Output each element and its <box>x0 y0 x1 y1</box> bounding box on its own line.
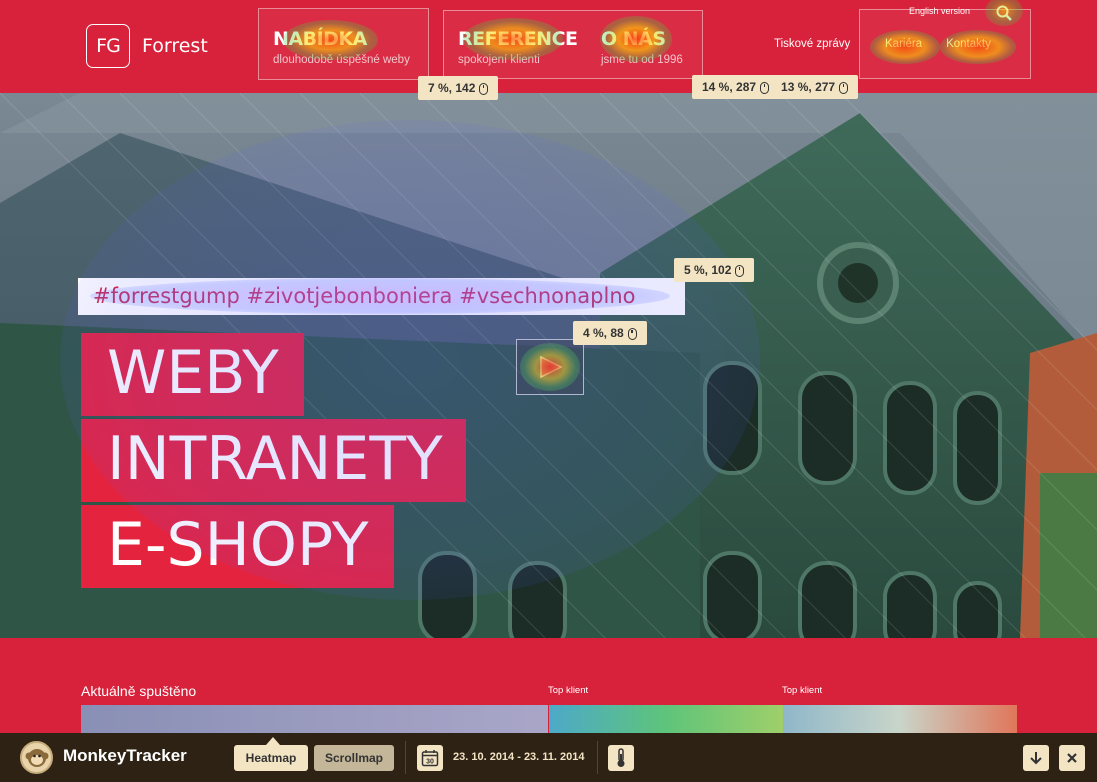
nav-title: NABÍDKA <box>273 28 367 50</box>
nav-title: REFERENCE <box>458 28 578 50</box>
click-stat-nabidka: 7 %, 142 <box>418 76 499 100</box>
top-links: Kariéra Kontakty <box>885 38 991 50</box>
mouse-icon <box>760 81 770 94</box>
top-client-label: Top klient <box>782 685 823 696</box>
scrollmap-button[interactable]: Scrollmap <box>314 745 394 771</box>
logo-name: Forrest <box>142 35 208 57</box>
nav-subtitle: jsme tu od 1996 <box>601 54 683 66</box>
mouse-icon <box>479 82 489 95</box>
click-stat-hashtags: 5 %, 102 <box>674 258 755 282</box>
stat-value: 13 %, 277 <box>781 80 836 94</box>
career-link[interactable]: Kariéra <box>885 38 922 50</box>
mouse-icon <box>627 327 637 340</box>
search-icon[interactable] <box>990 0 1018 26</box>
english-version-link[interactable]: English version <box>909 6 970 16</box>
thermometer-icon[interactable] <box>608 745 634 771</box>
nav-title: O NÁS <box>601 28 666 50</box>
stat-value: 7 %, 142 <box>428 81 476 95</box>
nav-item-nabidka[interactable]: NABÍDKA dlouhodobě úspěšné weby <box>273 28 410 67</box>
mouse-icon <box>735 264 745 277</box>
press-link[interactable]: Tiskové zprávy <box>774 38 850 50</box>
claim-e-shopy[interactable]: E-SHOPY <box>81 505 394 588</box>
logo-mark: FG <box>86 24 130 68</box>
monkey-icon <box>20 741 53 774</box>
play-video-button[interactable] <box>516 339 584 395</box>
click-stat-reference-o-nas: 14 %, 287 13 %, 277 <box>692 75 859 99</box>
calendar-day: 30 <box>426 759 434 766</box>
click-stat-video: 4 %, 88 <box>573 321 647 345</box>
top-client-thumbnail[interactable] <box>549 705 783 735</box>
date-range[interactable]: 23. 10. 2014 - 23. 11. 2014 <box>453 751 585 763</box>
nav-item-o-nas[interactable]: O NÁS jsme tu od 1996 <box>601 28 683 67</box>
nav-item-reference[interactable]: REFERENCE spokojení klienti <box>458 28 578 67</box>
mouse-icon <box>839 81 849 94</box>
site-header: FG Forrest NABÍDKA dlouhodobě úspěšné we… <box>0 0 1097 93</box>
stat-value: 5 %, 102 <box>684 263 732 277</box>
nav-subtitle: dlouhodobě úspěšné weby <box>273 54 410 66</box>
hashtags-bar[interactable]: #forrestgump #zivotjebonboniera #vsechno… <box>78 278 685 315</box>
launched-project-thumbnail[interactable] <box>81 705 548 735</box>
active-mode-indicator <box>266 737 280 745</box>
nav-subtitle: spokojení klienti <box>458 54 540 66</box>
section-title-launched: Aktuálně spuštěno <box>81 683 197 699</box>
monkeytracker-toolbar: MonkeyTracker Heatmap Scrollmap 30 23. 1… <box>0 733 1097 782</box>
stat-value: 14 %, 287 <box>702 80 757 94</box>
tracker-name: MonkeyTracker <box>63 746 187 765</box>
toolbar-divider <box>597 741 598 774</box>
play-icon <box>540 355 563 379</box>
contacts-link[interactable]: Kontakty <box>946 38 991 50</box>
toolbar-divider <box>405 741 406 774</box>
top-client-label: Top klient <box>548 685 589 696</box>
top-client-thumbnail[interactable] <box>783 705 1017 735</box>
claim-weby[interactable]: WEBY <box>81 333 304 416</box>
claim-intranety[interactable]: INTRANETY <box>81 419 466 502</box>
calendar-icon[interactable]: 30 <box>417 745 443 771</box>
chevron-down-icon[interactable] <box>1023 745 1049 771</box>
heatmap-button[interactable]: Heatmap <box>234 745 308 771</box>
close-icon[interactable] <box>1059 745 1085 771</box>
stat-value: 4 %, 88 <box>583 326 624 340</box>
site-logo[interactable]: FG Forrest <box>86 24 208 68</box>
